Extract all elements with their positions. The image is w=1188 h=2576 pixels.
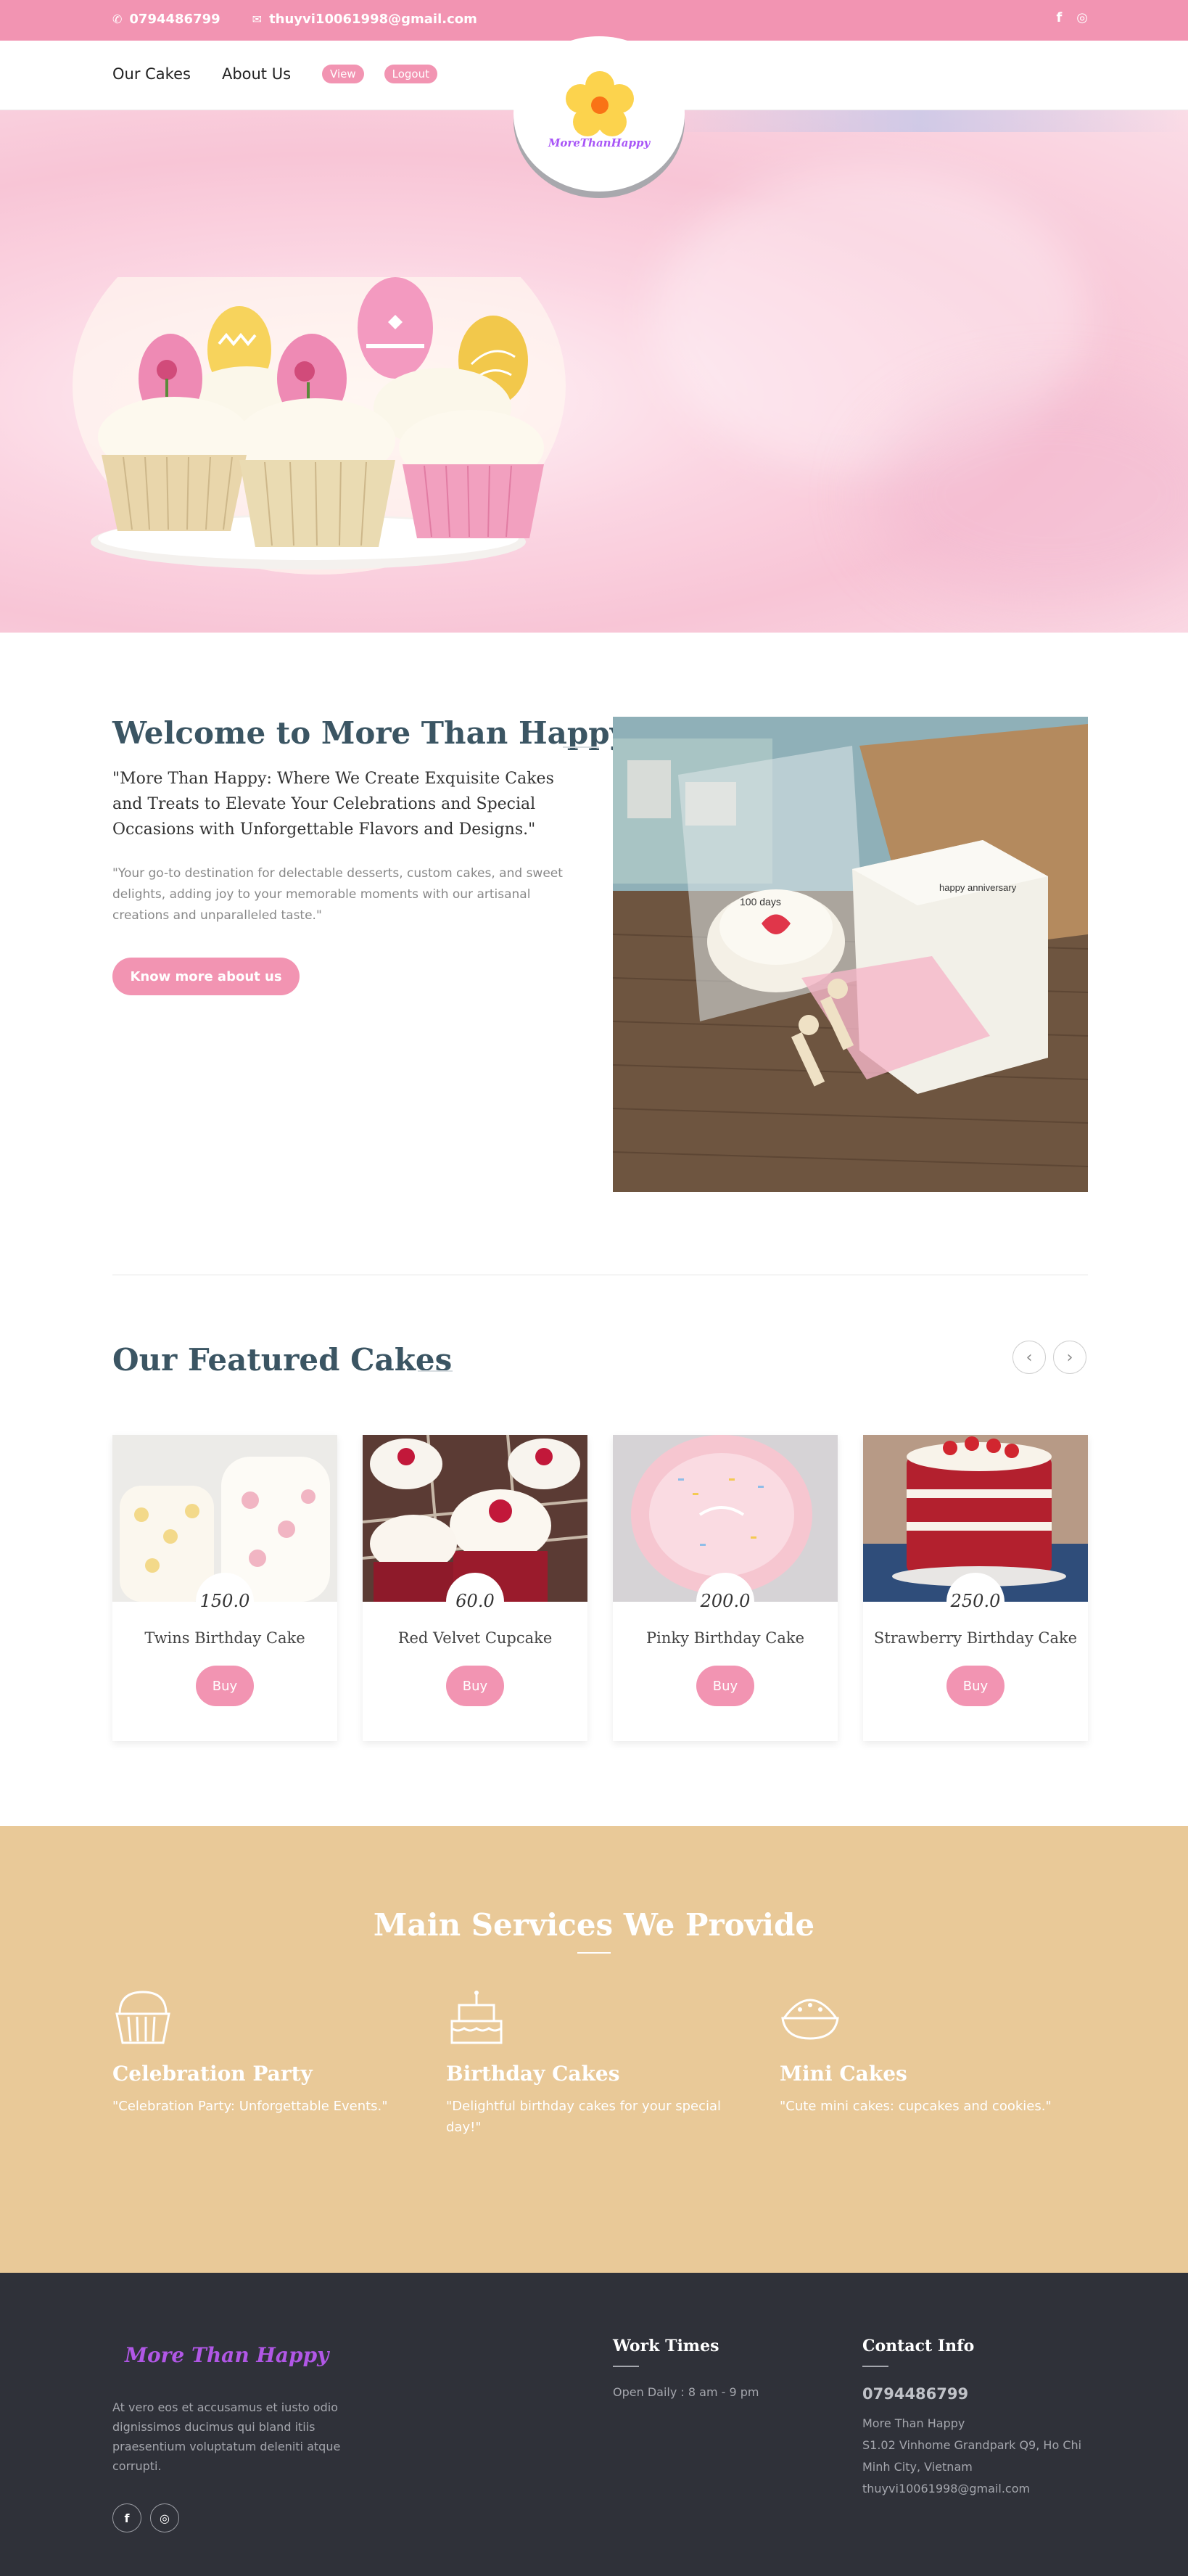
service-item: Mini Cakes "Cute mini cakes: cupcakes an… bbox=[780, 1989, 1070, 2117]
contact-info-heading: Contact Info bbox=[862, 2337, 975, 2355]
services-title: Main Services We Provide bbox=[373, 1907, 815, 1943]
phone-icon: ✆ bbox=[112, 12, 123, 26]
welcome-quote: "More Than Happy: Where We Create Exquis… bbox=[112, 770, 554, 839]
product-price: 60.0 bbox=[455, 1591, 495, 1611]
footer-description: At vero eos et accusamus et iusto odio d… bbox=[112, 2400, 341, 2473]
buy-button[interactable]: Buy bbox=[196, 1666, 254, 1706]
title-divider bbox=[577, 1952, 611, 1954]
flower-logo-icon bbox=[566, 71, 634, 136]
site-footer: More Than Happy At vero eos et accusamus… bbox=[0, 2273, 1188, 2576]
top-phone[interactable]: ✆ 0794486799 bbox=[112, 12, 220, 27]
title-divider bbox=[418, 1370, 453, 1372]
product-card: 250.0 Strawberry Birthday Cake Buy bbox=[863, 1435, 1088, 1741]
product-name[interactable]: Twins Birthday Cake bbox=[112, 1629, 337, 1647]
title-divider bbox=[563, 746, 599, 748]
know-more-button[interactable]: Know more about us bbox=[112, 958, 300, 995]
service-desc: "Delightful birthday cakes for your spec… bbox=[446, 2099, 722, 2135]
instagram-icon[interactable]: ◎ bbox=[150, 2503, 179, 2532]
product-name[interactable]: Pinky Birthday Cake bbox=[613, 1629, 838, 1647]
footer-address: S1.02 Vinhome Grandpark Q9, Ho Chi Minh … bbox=[862, 2438, 1082, 2474]
top-email[interactable]: ✉ thuyvi10061998@gmail.com bbox=[252, 12, 477, 27]
service-desc: "Celebration Party: Unforgettable Events… bbox=[112, 2099, 388, 2114]
photo-caption-100-days: 100 days bbox=[740, 896, 781, 908]
carousel-prev-button[interactable]: ‹ bbox=[1012, 1341, 1046, 1374]
service-desc: "Cute mini cakes: cupcakes and cookies." bbox=[780, 2099, 1052, 2114]
footer-contact-details: More Than Happy S1.02 Vinhome Grandpark … bbox=[862, 2413, 1094, 2500]
footer-phone[interactable]: 0794486799 bbox=[862, 2385, 968, 2403]
service-item: Birthday Cakes "Delightful birthday cake… bbox=[446, 1989, 736, 2138]
instagram-icon[interactable]: ◎ bbox=[1076, 10, 1088, 25]
site-logo[interactable]: MoreThanHappy bbox=[513, 36, 685, 192]
featured-title: Our Featured Cakes bbox=[112, 1342, 453, 1378]
facebook-icon[interactable]: f bbox=[1056, 10, 1062, 25]
work-times-text: Open Daily : 8 am - 9 pm bbox=[613, 2385, 759, 2399]
envelope-icon: ✉ bbox=[252, 12, 263, 26]
product-card: 200.0 Pinky Birthday Cake Buy bbox=[613, 1435, 838, 1741]
service-name: Celebration Party bbox=[112, 2062, 313, 2086]
service-name: Birthday Cakes bbox=[446, 2062, 620, 2086]
view-button[interactable]: View bbox=[322, 65, 364, 83]
footer-business-name: More Than Happy bbox=[862, 2416, 965, 2430]
hero-cupcakes-image bbox=[73, 277, 566, 575]
top-bar: ✆ 0794486799 ✉ thuyvi10061998@gmail.com … bbox=[0, 0, 1188, 41]
product-card: 60.0 Red Velvet Cupcake Buy bbox=[363, 1435, 587, 1741]
product-price: 150.0 bbox=[199, 1591, 250, 1611]
services-section: Main Services We Provide Celebration Par… bbox=[0, 1826, 1188, 2273]
nav-about-us[interactable]: About Us bbox=[222, 65, 291, 83]
product-price: 200.0 bbox=[700, 1591, 751, 1611]
cake-gift-photo: 100 days happy anniversary bbox=[613, 717, 1088, 1192]
product-price: 250.0 bbox=[950, 1591, 1001, 1611]
footer-logo[interactable]: More Than Happy bbox=[125, 2343, 329, 2367]
photo-caption-anniversary: happy anniversary bbox=[939, 882, 1017, 893]
welcome-title: Welcome to More Than Happy bbox=[112, 715, 628, 751]
nav-our-cakes[interactable]: Our Cakes bbox=[112, 65, 191, 83]
top-email-text: thuyvi10061998@gmail.com bbox=[269, 12, 477, 27]
product-name[interactable]: Red Velvet Cupcake bbox=[363, 1629, 587, 1647]
top-phone-text: 0794486799 bbox=[129, 12, 220, 27]
buy-button[interactable]: Buy bbox=[446, 1666, 504, 1706]
nav-links: Our Cakes About Us View Logout bbox=[112, 65, 458, 83]
service-item: Celebration Party "Celebration Party: Un… bbox=[112, 1989, 403, 2117]
welcome-photo: 100 days happy anniversary bbox=[613, 717, 1088, 1192]
welcome-subtext: "Your go-to destination for delectable d… bbox=[112, 866, 563, 923]
top-contact: ✆ 0794486799 ✉ thuyvi10061998@gmail.com bbox=[112, 12, 509, 27]
top-social: f ◎ bbox=[1056, 10, 1088, 25]
buy-button[interactable]: Buy bbox=[946, 1666, 1005, 1706]
pie-icon bbox=[781, 1999, 839, 2040]
facebook-icon[interactable]: f bbox=[112, 2503, 141, 2532]
footer-social: f ◎ bbox=[112, 2503, 179, 2532]
product-card: 150.0 Twins Birthday Cake Buy bbox=[112, 1435, 337, 1741]
carousel-next-button[interactable]: › bbox=[1053, 1341, 1086, 1374]
footer-email[interactable]: thuyvi10061998@gmail.com bbox=[862, 2478, 1094, 2500]
buy-button[interactable]: Buy bbox=[696, 1666, 754, 1706]
work-times-heading: Work Times bbox=[613, 2337, 719, 2355]
cupcake-icon bbox=[115, 1991, 170, 2044]
service-name: Mini Cakes bbox=[780, 2062, 907, 2086]
birthday-cake-icon bbox=[450, 1991, 503, 2044]
logo-text: MoreThanHappy bbox=[548, 136, 651, 149]
product-name[interactable]: Strawberry Birthday Cake bbox=[863, 1629, 1088, 1647]
logout-button[interactable]: Logout bbox=[384, 65, 437, 83]
